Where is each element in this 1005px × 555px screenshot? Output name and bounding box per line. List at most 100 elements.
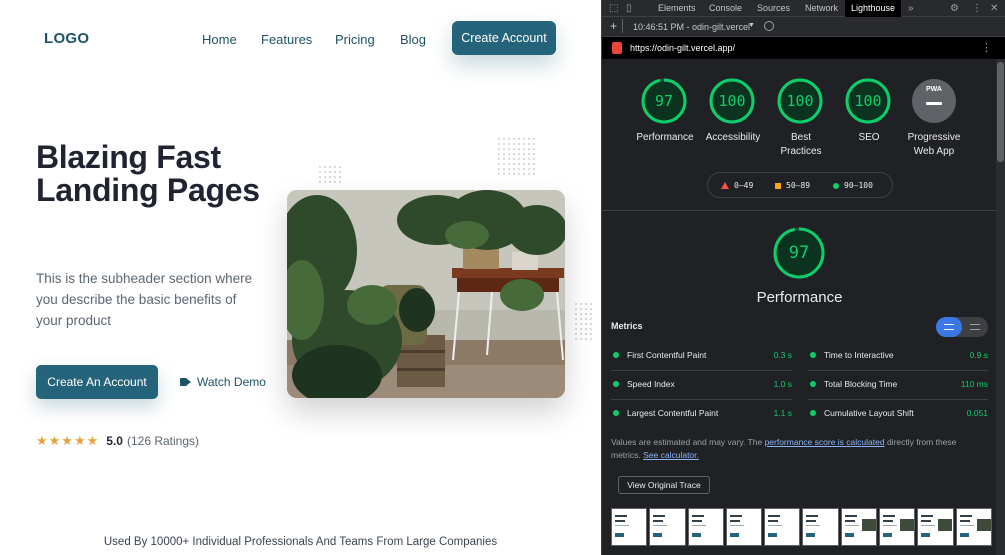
- tab-sources[interactable]: Sources: [757, 3, 790, 13]
- filmstrip-frame: [840, 508, 878, 546]
- pass-dot-icon: [810, 410, 816, 416]
- devtools-tab-bar: ⬚ ▯ Elements Console Sources Network Lig…: [602, 0, 1005, 17]
- legend-fail: 0–49: [721, 181, 753, 190]
- scrollbar-thumb[interactable]: [997, 62, 1004, 162]
- audited-url[interactable]: https://odin-gilt.vercel.app/: [630, 43, 735, 53]
- legend-pass-label: 90–100: [844, 181, 873, 190]
- chevron-down-icon[interactable]: ▼: [748, 22, 755, 29]
- score-gauge-performance[interactable]: 97: [641, 78, 687, 124]
- filmstrip: [611, 508, 992, 546]
- metric-value: 0.3 s: [773, 350, 792, 360]
- metrics-heading: Metrics: [611, 321, 643, 331]
- metric-name: Speed Index: [627, 379, 675, 389]
- logo[interactable]: LOGO: [44, 30, 89, 47]
- settings-gear-icon[interactable]: ⚙: [950, 3, 959, 14]
- metric-row[interactable]: Time to Interactive 0.9 s: [808, 342, 988, 371]
- tab-lighthouse[interactable]: Lighthouse: [845, 0, 902, 17]
- more-tabs-icon[interactable]: »: [908, 3, 914, 14]
- metric-row[interactable]: Total Blocking Time 110 ms: [808, 371, 988, 400]
- performance-big-score: 97: [788, 243, 810, 263]
- score-label: Performance: [636, 132, 694, 143]
- metric-name: Total Blocking Time: [824, 379, 898, 389]
- metric-row[interactable]: Speed Index 1.0 s: [611, 371, 792, 400]
- nav-pricing[interactable]: Pricing: [335, 32, 375, 47]
- score-value: 100: [854, 92, 882, 110]
- pwa-gauge[interactable]: PWA: [911, 78, 957, 124]
- section-divider: [602, 210, 997, 211]
- metric-name: Cumulative Layout Shift: [824, 408, 914, 418]
- metric-name: Largest Contentful Paint: [627, 408, 719, 418]
- score-gauge-best-practices[interactable]: 100: [777, 78, 823, 124]
- filmstrip-frame: [802, 508, 839, 546]
- nav-home[interactable]: Home: [202, 32, 237, 47]
- pass-dot-icon: [810, 352, 816, 358]
- score-value: 100: [786, 92, 814, 110]
- score-calculation-link[interactable]: performance score is calculated: [765, 437, 885, 447]
- lighthouse-toolbar: + 10:46:51 PM - odin-gilt.vercel ▼: [602, 17, 1005, 37]
- score-value: 100: [718, 92, 746, 110]
- filmstrip-frame: [764, 508, 801, 546]
- expanded-view-icon: [970, 324, 980, 330]
- hero-image: [287, 190, 565, 398]
- filmstrip-frame: [725, 508, 763, 546]
- note-text: Values are estimated and may vary. The: [611, 437, 765, 447]
- filmstrip-frame: [879, 508, 916, 546]
- report-menu-icon[interactable]: ⋮: [981, 41, 992, 54]
- see-calculator-link[interactable]: See calculator.: [643, 450, 699, 460]
- filmstrip-frame: [917, 508, 954, 546]
- filmstrip-frame: [955, 508, 992, 546]
- dot-pattern-decoration: [498, 138, 535, 175]
- score-label: Best Practices: [780, 132, 822, 157]
- pass-dot-icon: [810, 381, 816, 387]
- pwa-label: Progressive Web App: [907, 132, 961, 157]
- compact-view-icon: [944, 324, 954, 330]
- metric-name: First Contentful Paint: [627, 350, 707, 360]
- metrics-disclaimer: Values are estimated and may vary. The p…: [611, 436, 986, 462]
- metric-value: 1.0 s: [773, 379, 792, 389]
- star-rating-icons: ★★★★★: [36, 433, 100, 448]
- dot-pattern-decoration: [575, 303, 592, 340]
- pass-dot-icon: [613, 410, 619, 416]
- filmstrip-frame: [687, 508, 724, 546]
- clear-block-icon[interactable]: [764, 21, 774, 31]
- landing-page: LOGO Home Features Pricing Blog Create A…: [0, 0, 601, 555]
- metric-value: 110 ms: [960, 379, 988, 389]
- metric-row[interactable]: Largest Contentful Paint 1.1 s: [611, 400, 792, 429]
- nav-blog[interactable]: Blog: [400, 32, 426, 47]
- nav-features[interactable]: Features: [261, 32, 312, 47]
- device-toolbar-icon[interactable]: ▯: [626, 3, 632, 14]
- tab-console[interactable]: Console: [709, 3, 742, 13]
- metrics-view-toggle[interactable]: [936, 317, 988, 337]
- metric-row[interactable]: Cumulative Layout Shift 0.051: [808, 400, 988, 429]
- watch-demo-link[interactable]: Watch Demo: [180, 375, 266, 389]
- metric-row[interactable]: First Contentful Paint 0.3 s: [611, 342, 792, 371]
- legend-average-label: 50–89: [786, 181, 811, 190]
- rating-score: 5.0: [106, 434, 123, 448]
- audited-url-bar: https://odin-gilt.vercel.app/ ⋮: [602, 37, 1005, 59]
- performance-title: Performance: [756, 289, 843, 306]
- tab-network[interactable]: Network: [805, 3, 838, 13]
- score-gauge-accessibility[interactable]: 100: [709, 78, 755, 124]
- legend-fail-label: 0–49: [734, 181, 754, 190]
- devtools-panel: ⬚ ▯ Elements Console Sources Network Lig…: [601, 0, 1005, 555]
- view-original-trace-button[interactable]: View Original Trace: [618, 476, 710, 494]
- red-triangle-icon: [721, 182, 729, 189]
- score-label: SEO: [858, 132, 880, 143]
- dot-pattern-decoration: [319, 166, 341, 183]
- score-gauge-seo[interactable]: 100: [845, 78, 891, 124]
- legend-average: 50–89: [775, 181, 810, 190]
- toolbar-divider: [622, 19, 623, 33]
- close-icon[interactable]: ✕: [990, 3, 998, 14]
- metric-value: 0.9 s: [969, 350, 988, 360]
- report-selector[interactable]: 10:46:51 PM - odin-gilt.vercel: [633, 22, 750, 32]
- create-account-button[interactable]: Create Account: [452, 21, 556, 55]
- green-circle-icon: [833, 182, 839, 189]
- create-an-account-button[interactable]: Create An Account: [36, 365, 158, 399]
- video-camera-icon: [180, 378, 191, 386]
- used-by-text: Used By 10000+ Individual Professionals …: [103, 536, 498, 548]
- tab-elements[interactable]: Elements: [658, 3, 696, 13]
- kebab-menu-icon[interactable]: ⋮: [972, 3, 982, 14]
- lighthouse-logo-icon: [612, 42, 622, 54]
- add-report-icon[interactable]: +: [610, 19, 617, 33]
- inspect-element-icon[interactable]: ⬚: [609, 3, 618, 14]
